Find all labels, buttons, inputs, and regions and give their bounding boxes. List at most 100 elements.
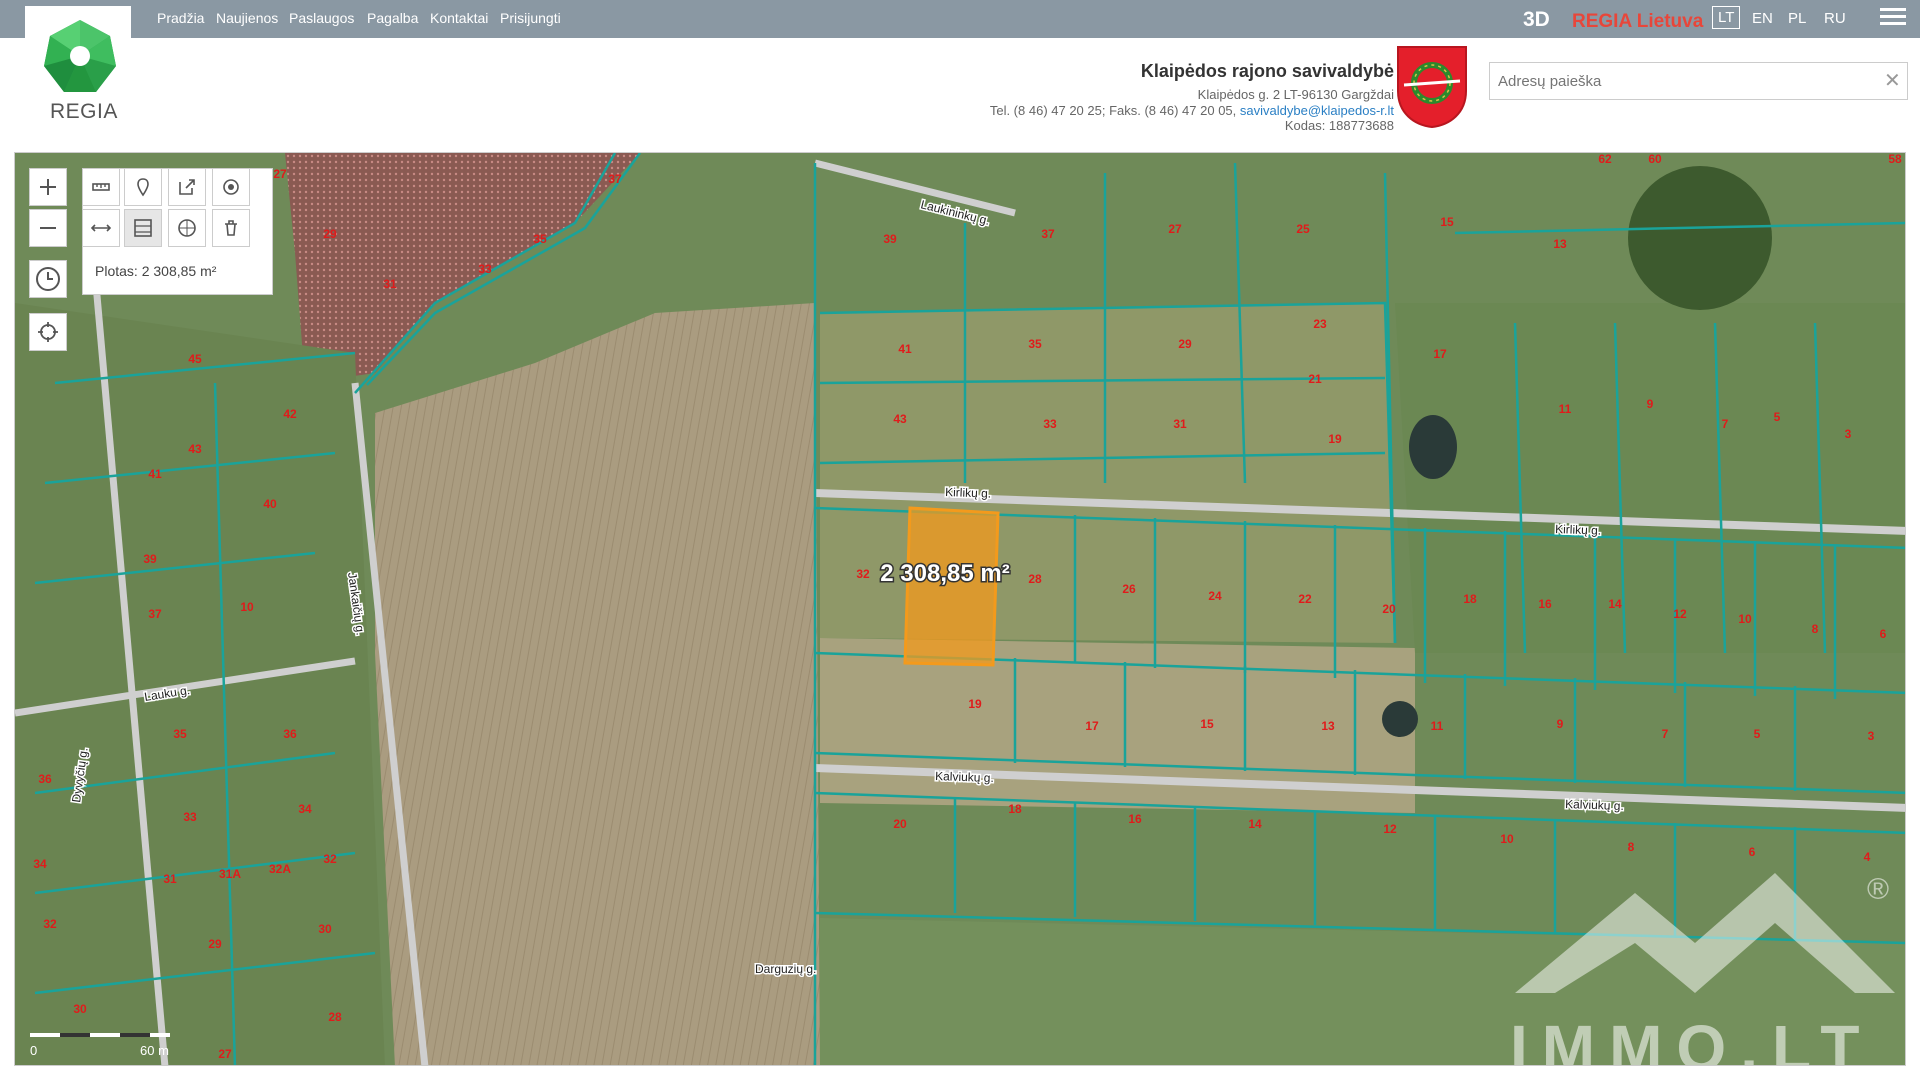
minus-icon <box>40 227 56 229</box>
parcel-number-label: 32 <box>43 917 57 931</box>
parcel-number-label: 36 <box>38 772 52 786</box>
parcel-number-label: 9 <box>1647 397 1654 411</box>
export-button[interactable] <box>168 168 206 206</box>
parcel-number-label: 26 <box>1122 582 1136 596</box>
parcel-number-label: 10 <box>1500 832 1514 846</box>
parcel-number-label: 31 <box>383 277 397 291</box>
parcel-number-label: 14 <box>1248 817 1262 831</box>
parcel-number-label: 39 <box>883 232 897 246</box>
parcel-number-label: 32 <box>856 567 870 581</box>
phone-text: Tel. (8 46) 47 20 25; Faks. (8 46) 47 20… <box>989 103 1240 118</box>
nav-link-news[interactable]: Naujienos <box>216 10 278 26</box>
parcel-number-label: 20 <box>893 817 907 831</box>
parcel-number-label: 58 <box>1888 153 1902 166</box>
parcel-number-label: 6 <box>1749 845 1756 859</box>
lang-ru[interactable]: RU <box>1824 10 1846 27</box>
target-point-button[interactable] <box>212 168 250 206</box>
parcel-number-label: 16 <box>1128 812 1142 826</box>
parcel-number-label: 34 <box>298 802 312 816</box>
parcel-number-label: 28 <box>1028 572 1042 586</box>
scale-start: 0 <box>30 1043 37 1058</box>
nav-link-help[interactable]: Pagalba <box>367 10 418 26</box>
hamburger-menu-icon[interactable] <box>1880 8 1906 30</box>
pond-south <box>1382 701 1418 737</box>
lang-en[interactable]: EN <box>1752 10 1773 27</box>
close-icon[interactable]: ✕ <box>1884 68 1901 93</box>
parcel-number-label: 37 <box>1041 227 1055 241</box>
area-measurement-label: 2 308,85 m² <box>880 560 1009 587</box>
measure-radius-button[interactable] <box>168 209 206 247</box>
street-label: Kalviukų g. <box>935 769 994 785</box>
parcel-number-label: 33 <box>1043 417 1057 431</box>
parcel-number-label: 19 <box>1328 432 1342 446</box>
scale-bar-segment <box>120 1033 150 1037</box>
map-canvas[interactable]: Laukininkų g.Kirlikų g.Kirlikų g.Kalviuk… <box>15 153 1906 1066</box>
parcel-number-label: 35 <box>1028 337 1042 351</box>
parcel-number-label: 32A <box>269 862 291 876</box>
nav-link-login[interactable]: Prisijungti <box>500 10 561 26</box>
globe-cursor-icon <box>178 219 196 237</box>
parcel-number-label: 27 <box>1168 222 1182 236</box>
scale-end: 60 m <box>140 1043 169 1058</box>
nav-link-contacts[interactable]: Kontaktai <box>430 10 488 26</box>
parcel-number-label: 20 <box>1382 602 1396 616</box>
parcel-number-label: 15 <box>1200 717 1214 731</box>
street-label: Darguzių g. <box>755 962 816 976</box>
nav-link-services[interactable]: Paslaugos <box>289 10 354 26</box>
parcel-number-label: 23 <box>1313 317 1327 331</box>
zoom-out-button[interactable] <box>29 209 67 247</box>
parcel-number-label: 29 <box>323 227 337 241</box>
measure-distance-button[interactable] <box>82 168 120 206</box>
parcel-number-label: 9 <box>1557 717 1564 731</box>
plus-icon <box>40 179 56 195</box>
3d-button[interactable]: 3D <box>1523 8 1550 32</box>
parcel-number-label: 37 <box>148 607 162 621</box>
map-view[interactable]: Laukininkų g. Kirlikų g. Kirlikų g. Kalviuk… <box>14 152 1906 1066</box>
parcel-number-label: 43 <box>188 442 202 456</box>
crosshair-icon <box>38 322 58 342</box>
municipality-phones: Tel. (8 46) 47 20 25; Faks. (8 46) 47 20… <box>990 103 1394 118</box>
parcel-number-label: 33 <box>478 262 492 276</box>
parcel-number-label: 14 <box>1608 597 1622 611</box>
coat-of-arms-icon <box>1397 46 1467 129</box>
parcel-number-label: 33 <box>183 810 197 824</box>
nav-link-home[interactable]: Pradžia <box>157 10 204 26</box>
regia-logo-icon[interactable] <box>40 16 120 96</box>
delete-measurement-button[interactable] <box>212 209 250 247</box>
zoom-in-button[interactable] <box>29 168 67 206</box>
parcel-number-label: 42 <box>283 407 297 421</box>
parcel-number-label: 5 <box>1774 410 1781 424</box>
parcel-number-label: 19 <box>968 697 982 711</box>
ruler-icon <box>92 183 110 191</box>
place-marker-button[interactable] <box>124 168 162 206</box>
lang-pl[interactable]: PL <box>1788 10 1806 27</box>
street-label: Kirlikų g. <box>1555 522 1601 538</box>
measure-area-button[interactable] <box>124 209 162 247</box>
locate-button[interactable] <box>29 313 67 351</box>
parcel-number-label: 13 <box>1553 237 1567 251</box>
street-label: Kalviukų g. <box>1565 797 1624 813</box>
parcel-number-label: 12 <box>1383 822 1397 836</box>
parcel-number-label: 30 <box>73 1002 87 1016</box>
pond-north <box>1409 415 1457 479</box>
parcel-number-label: 11 <box>1431 719 1444 733</box>
area-readout: Plotas: 2 308,85 m² <box>95 263 217 279</box>
parcel-number-label: 41 <box>148 467 162 481</box>
scale-bar-segment <box>60 1033 90 1037</box>
history-button[interactable] <box>29 260 67 298</box>
lang-lt[interactable]: LT <box>1712 6 1741 29</box>
email-link[interactable]: savivaldybe@klaipedos-r.lt <box>1240 103 1394 118</box>
tree-cluster <box>1628 166 1772 310</box>
measure-line-button[interactable] <box>82 209 120 247</box>
clock-icon <box>36 267 60 291</box>
brand-title[interactable]: REGIA Lietuva <box>1572 11 1703 33</box>
parcel-number-label: 37 <box>608 172 622 186</box>
parcel-number-label: 13 <box>1321 719 1335 733</box>
parcel-number-label: 3 <box>1868 729 1875 743</box>
address-search-input[interactable] <box>1489 62 1908 100</box>
trash-icon <box>225 220 237 236</box>
map-pin-icon <box>137 178 149 197</box>
parcel-number-label: 31 <box>163 872 177 886</box>
parcel-number-label: 31A <box>219 867 241 881</box>
municipality-address: Klaipėdos g. 2 LT-96130 Gargždai <box>1197 87 1394 102</box>
